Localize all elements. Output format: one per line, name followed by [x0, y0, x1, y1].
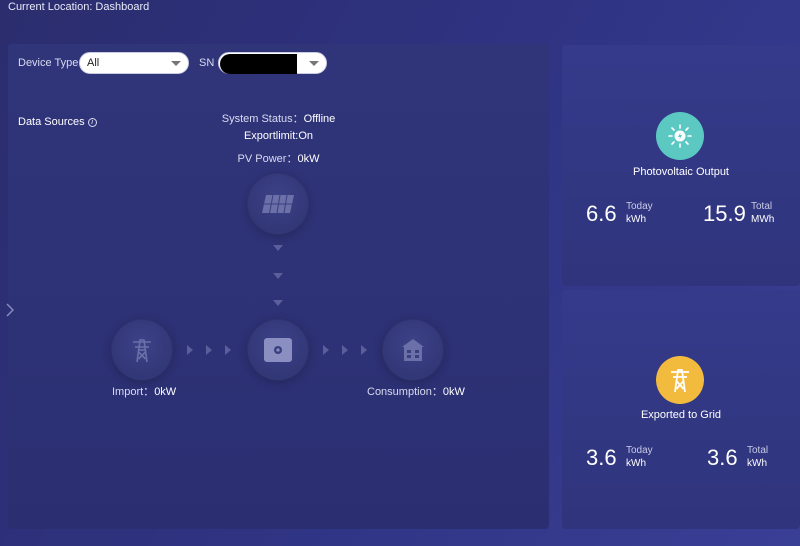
exported-to-grid-card: Exported to Grid 3.6 Today kWh 3.6 Total… [562, 290, 800, 529]
flow-arrow-down [273, 245, 283, 251]
flow-arrow-right [323, 345, 329, 355]
pv-today-value: 6.6 [586, 201, 617, 226]
pv-power-value: 0kW [297, 153, 320, 165]
consumption-value: 0kW [442, 386, 465, 398]
solar-node [248, 174, 308, 234]
device-type-value: All [87, 57, 100, 69]
pv-total-value: 15.9 [703, 201, 746, 226]
export-limit-status: Exportlimit:On [243, 130, 314, 142]
chevron-down-icon [309, 61, 319, 66]
energy-flow-panel: Device Type All SN Data Sources i System … [8, 44, 549, 529]
grid-tower-icon [656, 356, 704, 404]
chevron-down-icon [171, 61, 181, 66]
system-status: System Status：Offline [221, 113, 336, 125]
sn-label: SN [199, 57, 215, 69]
system-status-value: Offline [303, 113, 336, 125]
pv-total-label: Total MWh [751, 201, 775, 225]
flow-arrow-right [206, 345, 212, 355]
inverter-icon [264, 338, 292, 362]
house-icon [402, 339, 424, 361]
consumption-caption: Consumption：0kW [367, 386, 465, 398]
device-type-label: Device Type [18, 57, 79, 69]
grid-total-value: 3.6 [707, 445, 738, 470]
pv-total-unit: MWh [751, 214, 775, 225]
flow-arrow-down [273, 300, 283, 306]
flow-arrow-down [273, 273, 283, 279]
grid-card-title: Exported to Grid [640, 409, 722, 421]
grid-total-label: Total kWh [747, 445, 769, 469]
flow-arrow-right [342, 345, 348, 355]
sn-value-redacted [220, 54, 297, 74]
consumption-node [383, 320, 443, 380]
chevron-right-icon[interactable] [2, 302, 16, 318]
grid-today-label: Today kWh [626, 445, 653, 469]
pv-card-title: Photovoltaic Output [632, 166, 729, 178]
sun-icon [656, 112, 704, 160]
grid-total-unit: kWh [747, 458, 767, 469]
flow-arrow-right [187, 345, 193, 355]
grid-node [112, 320, 172, 380]
grid-today-unit: kWh [626, 458, 646, 469]
pv-today-label: Today kWh [626, 201, 653, 225]
flow-arrow-right [361, 345, 367, 355]
import-caption: Import：0kW [112, 386, 177, 398]
photovoltaic-output-card: Photovoltaic Output 6.6 Today kWh 15.9 T… [562, 45, 800, 286]
sn-select[interactable] [218, 52, 327, 74]
breadcrumb: Current Location: Dashboard [8, 1, 150, 13]
device-type-select[interactable]: All [79, 52, 189, 74]
pv-power-status: PV Power：0kW [237, 153, 320, 165]
flow-arrow-right [225, 345, 231, 355]
grid-today-value: 3.6 [586, 445, 617, 470]
transmission-tower-icon [133, 339, 151, 363]
import-value: 0kW [154, 386, 177, 398]
pv-today-unit: kWh [626, 214, 646, 225]
inverter-node [248, 320, 308, 380]
solar-panel-icon [262, 194, 294, 214]
